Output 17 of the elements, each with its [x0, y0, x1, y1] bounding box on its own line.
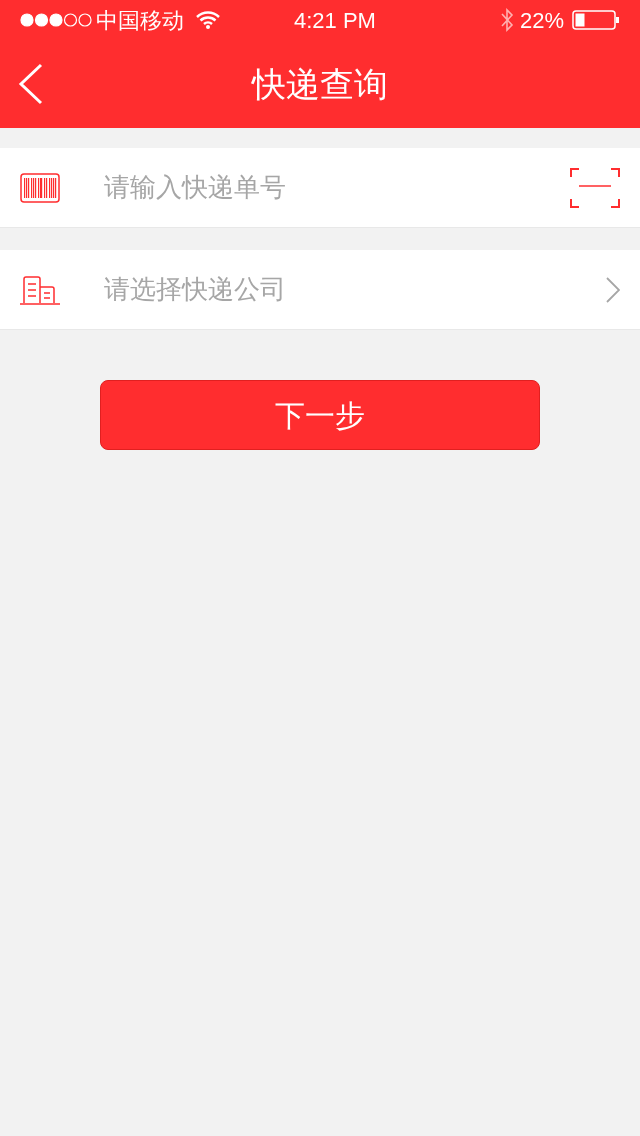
company-select-row[interactable]: 请选择快递公司 — [0, 250, 640, 330]
next-step-button[interactable]: 下一步 — [100, 380, 540, 450]
building-icon — [20, 274, 60, 305]
barcode-icon — [20, 172, 60, 203]
status-time: 4:21 PM — [294, 6, 376, 35]
tracking-number-row[interactable]: 请输入快递单号 — [0, 148, 640, 228]
signal-icon — [20, 13, 92, 27]
carrier-name: 中国移动 — [96, 6, 184, 35]
bluetooth-icon — [499, 7, 514, 33]
wifi-icon — [196, 11, 220, 29]
battery-percentage: 22% — [519, 6, 564, 35]
battery-icon — [572, 10, 620, 30]
page-title: 快递查询 — [252, 63, 388, 105]
company-placeholder: 请选择快递公司 — [104, 273, 287, 306]
tracking-number-field[interactable]: 请输入快递单号 — [104, 168, 570, 207]
chevron-right-icon — [606, 276, 620, 303]
scan-button[interactable] — [570, 167, 620, 208]
